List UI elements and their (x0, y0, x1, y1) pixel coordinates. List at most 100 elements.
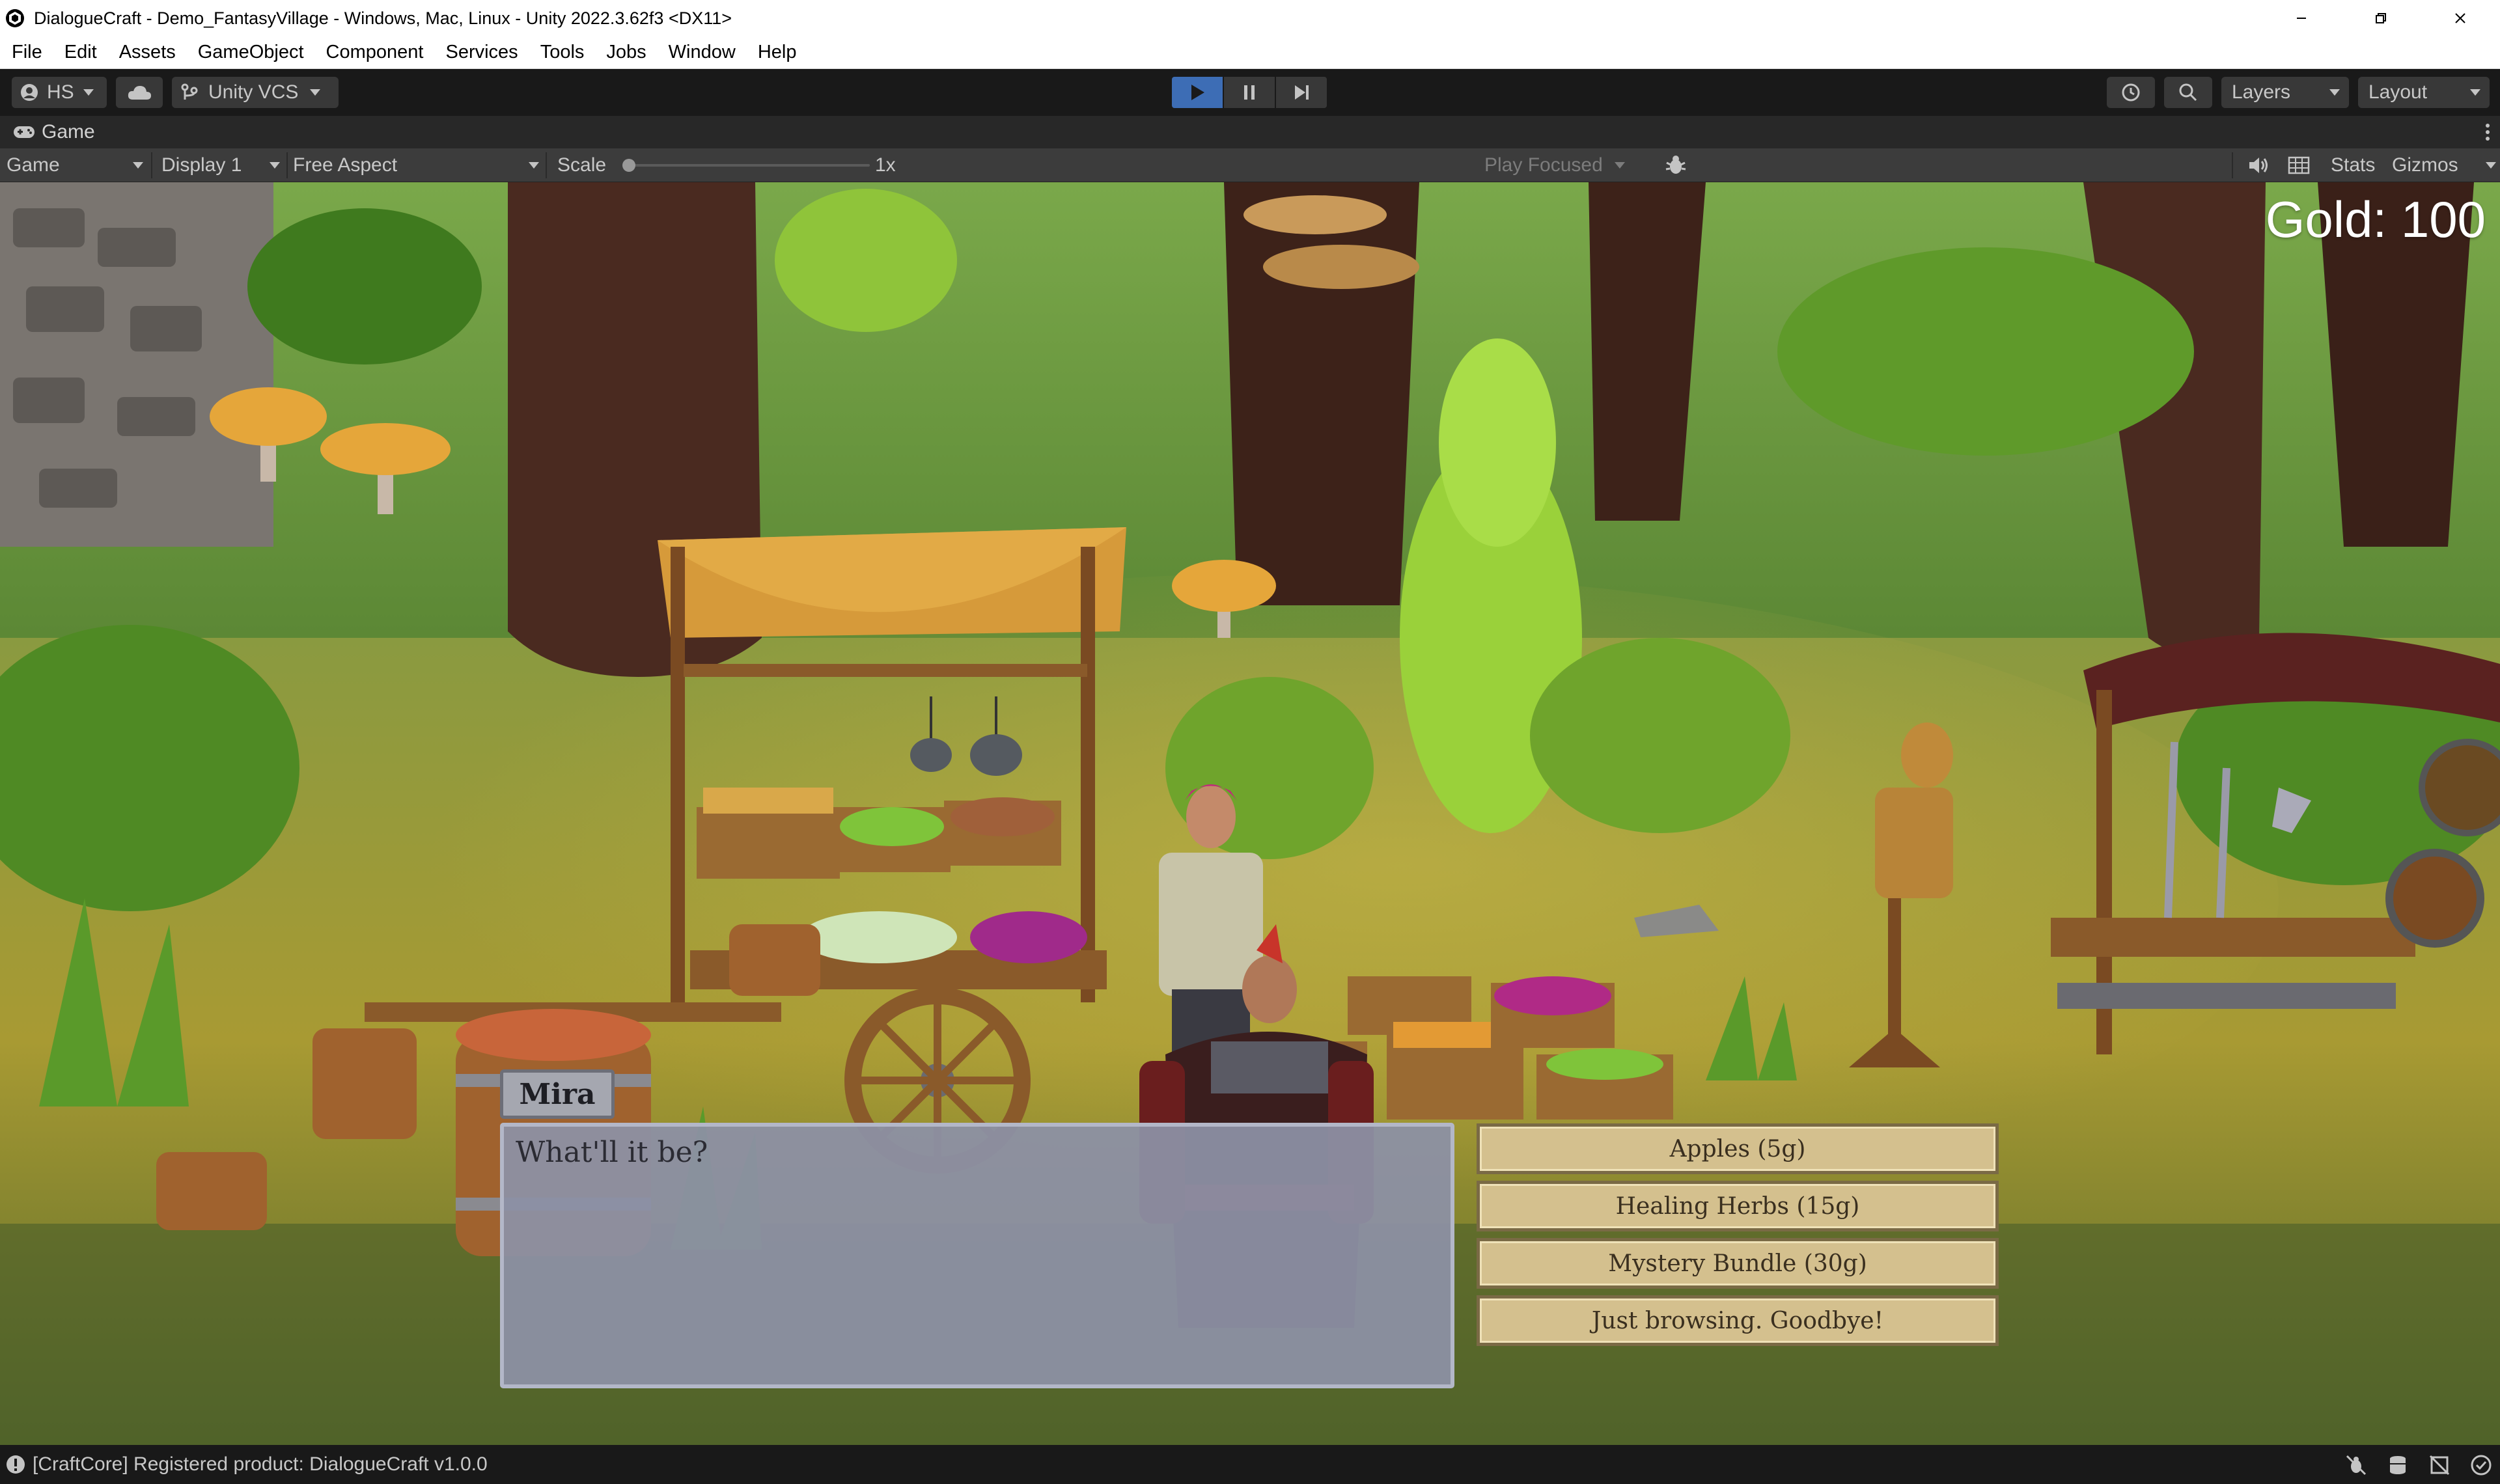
layers-label: Layers (2232, 81, 2291, 103)
unity-logo-icon (6, 9, 24, 27)
divider (546, 152, 547, 178)
dialogue-text: What'll it be? (516, 1136, 708, 1169)
grid-button[interactable] (2288, 148, 2310, 182)
database-icon[interactable] (2387, 1454, 2409, 1476)
history-button[interactable] (2107, 77, 2155, 108)
menu-gameobject[interactable]: GameObject (198, 42, 304, 63)
chevron-down-icon (83, 89, 94, 96)
scale-label: Scale (557, 154, 607, 176)
search-icon (2179, 83, 2197, 102)
menu-edit[interactable]: Edit (64, 42, 97, 63)
play-mode-label: Play Focused (1484, 154, 1603, 176)
speaker-name-tag: Mira (500, 1069, 615, 1119)
menu-file[interactable]: File (12, 42, 42, 63)
chevron-down-icon (2329, 89, 2340, 96)
aspect-dropdown[interactable]: Free Aspect (293, 148, 542, 182)
status-bar: [CraftCore] Registered product: Dialogue… (0, 1445, 2500, 1484)
chevron-down-icon (2470, 89, 2480, 96)
tab-game[interactable]: Game (0, 116, 95, 148)
menu-tools[interactable]: Tools (540, 42, 585, 63)
divider (151, 152, 152, 178)
layers-dropdown[interactable]: Layers (2221, 77, 2349, 108)
pause-button[interactable] (1224, 77, 1275, 108)
display-dropdown[interactable]: Display 1 (161, 148, 283, 182)
history-icon (2122, 83, 2140, 102)
choice-button-mystery-bundle[interactable]: Mystery Bundle (30g) (1477, 1238, 1999, 1289)
branch-icon (181, 83, 198, 100)
bug-icon (1665, 156, 1686, 174)
chevron-down-icon (1615, 162, 1625, 169)
menu-help[interactable]: Help (758, 42, 797, 63)
choice-button-healing-herbs[interactable]: Healing Herbs (15g) (1477, 1181, 1999, 1231)
cloud-icon (128, 86, 151, 100)
scale-value: 1x (875, 154, 896, 176)
tab-bar: Game (0, 116, 2500, 148)
choice-button-goodbye[interactable]: Just browsing. Goodbye! (1477, 1295, 1999, 1346)
status-message[interactable]: [CraftCore] Registered product: Dialogue… (33, 1453, 488, 1476)
account-label: HS (47, 81, 74, 103)
main-toolbar: HS Unity VCS Layers Layout (0, 69, 2500, 116)
divider (2232, 152, 2233, 178)
menu-jobs[interactable]: Jobs (606, 42, 646, 63)
gamepad-icon (14, 126, 35, 138)
chevron-down-icon (529, 162, 539, 169)
chevron-down-icon (270, 162, 280, 169)
frame-debugger-button[interactable] (1664, 148, 1688, 182)
layout-label: Layout (2368, 81, 2428, 103)
close-button[interactable] (2421, 0, 2500, 36)
grid-icon (2288, 156, 2310, 174)
scale-slider-track (622, 164, 870, 167)
choice-button-apples[interactable]: Apples (5g) (1477, 1123, 1999, 1174)
more-options-button[interactable] (2484, 122, 2491, 142)
divider (286, 152, 288, 178)
account-icon (21, 84, 38, 101)
scale-slider-thumb[interactable] (622, 159, 635, 172)
close-icon (2455, 13, 2465, 23)
scale-slider[interactable] (622, 159, 870, 172)
network-disabled-icon[interactable] (2428, 1454, 2451, 1476)
aspect-label: Free Aspect (293, 154, 398, 176)
restore-button[interactable] (2341, 0, 2421, 36)
menu-bar: File Edit Assets GameObject Component Se… (0, 36, 2500, 69)
cloud-button[interactable] (116, 77, 163, 108)
play-mode-dropdown[interactable]: Play Focused (1484, 148, 1625, 182)
dialogue-box: What'll it be? (500, 1123, 1454, 1388)
restore-icon (2376, 13, 2386, 23)
step-icon (1295, 85, 1309, 100)
menu-services[interactable]: Services (445, 42, 518, 63)
layout-dropdown[interactable]: Layout (2358, 77, 2490, 108)
search-button[interactable] (2164, 77, 2212, 108)
minimize-button[interactable] (2262, 0, 2341, 36)
menu-component[interactable]: Component (326, 42, 424, 63)
info-icon (7, 1455, 25, 1474)
debug-disabled-icon[interactable] (2345, 1454, 2367, 1476)
display-label: Display 1 (161, 154, 242, 176)
speaker-icon (2249, 158, 2268, 173)
pause-icon (1244, 85, 1255, 100)
tab-game-label: Game (42, 121, 95, 143)
window-title: DialogueCraft - Demo_FantasyVillage - Wi… (34, 8, 732, 28)
menu-assets[interactable]: Assets (119, 42, 176, 63)
play-icon (1191, 85, 1204, 100)
vcs-dropdown[interactable]: Unity VCS (172, 77, 339, 108)
game-view-toolbar: Game Display 1 Free Aspect Scale 1x Play… (0, 148, 2500, 182)
game-viewport[interactable]: Gold: 100 Mira What'll it be? Apples (5g… (0, 182, 2500, 1445)
gold-counter: Gold: 100 (2265, 191, 2486, 248)
play-button[interactable] (1172, 77, 1223, 108)
kebab-menu-icon (2486, 124, 2490, 141)
check-circle-icon[interactable] (2470, 1454, 2492, 1476)
account-dropdown[interactable]: HS (12, 77, 107, 108)
view-mode-dropdown[interactable]: Game (7, 148, 146, 182)
gizmos-label: Gizmos (2392, 154, 2458, 176)
gizmos-dropdown[interactable]: Gizmos (2392, 148, 2496, 182)
vcs-label: Unity VCS (208, 81, 299, 103)
minimize-icon (2297, 18, 2306, 19)
chevron-down-icon (310, 89, 321, 96)
chevron-down-icon (2486, 162, 2496, 169)
menu-window[interactable]: Window (669, 42, 736, 63)
title-bar: DialogueCraft - Demo_FantasyVillage - Wi… (0, 0, 2500, 36)
stats-button[interactable]: Stats (2331, 148, 2375, 182)
mute-audio-button[interactable] (2247, 148, 2270, 182)
view-mode-label: Game (7, 154, 60, 176)
step-button[interactable] (1276, 77, 1327, 108)
